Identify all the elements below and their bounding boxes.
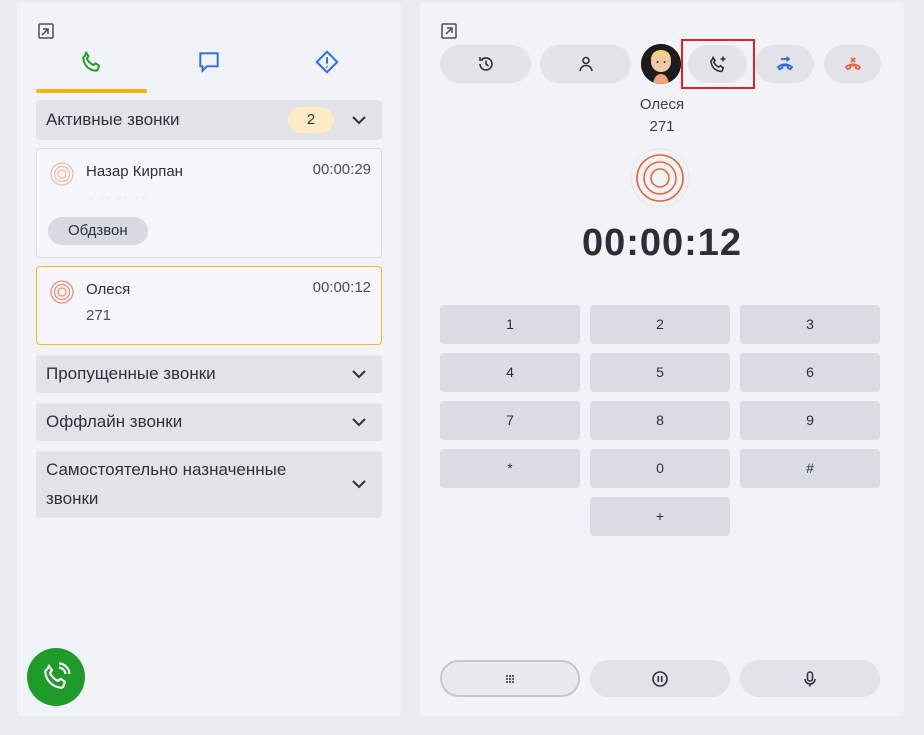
chat-icon <box>199 52 219 74</box>
tab-alerts[interactable] <box>307 42 347 82</box>
call-duration: 00:00:29 <box>312 161 371 178</box>
caller-name: Олеся <box>86 281 131 298</box>
avatar <box>641 44 681 84</box>
chevron-down-icon[interactable] <box>350 413 368 431</box>
active-tab-indicator <box>36 89 147 93</box>
transfer-call-icon <box>776 56 793 71</box>
keypad-key-hash[interactable]: # <box>740 449 880 488</box>
keypad-key-star[interactable]: * <box>440 449 580 488</box>
keypad-key-3[interactable]: 3 <box>740 305 880 344</box>
calls-panel: Активные звонки 2 Назар Кирпан 00:00:29 … <box>17 2 401 716</box>
section-active-calls[interactable]: Активные звонки 2 <box>36 100 382 140</box>
microphone-icon <box>804 670 816 686</box>
collapse-icon[interactable] <box>37 22 55 40</box>
hangup-icon <box>844 57 861 71</box>
keypad-key-9[interactable]: 9 <box>740 401 880 440</box>
tab-chat[interactable] <box>189 42 229 82</box>
call-ring-icon <box>50 162 74 186</box>
section-label: Активные звонки <box>46 110 180 129</box>
keypad-key-plus[interactable]: + <box>590 497 730 536</box>
section-label-line2: звонки <box>46 489 99 508</box>
call-duration: 00:00:12 <box>312 279 371 296</box>
caller-name: Назар Кирпан <box>86 163 183 180</box>
chevron-down-icon[interactable] <box>350 365 368 383</box>
phone-icon <box>82 50 101 72</box>
pause-icon <box>652 670 668 687</box>
contact-number: 271 <box>649 118 675 135</box>
contact-button[interactable] <box>540 45 631 83</box>
keypad-key-6[interactable]: 6 <box>740 353 880 392</box>
hold-button[interactable] <box>590 660 730 697</box>
call-timer: 00:00:12 <box>581 222 743 264</box>
contact-icon <box>578 56 593 72</box>
call-card[interactable]: Назар Кирпан 00:00:29 · ·· ·· ·· Обдзвон <box>36 148 382 258</box>
phone-ringing-icon <box>44 662 71 689</box>
section-label-line1: Самостоятельно назначенные <box>46 460 287 479</box>
keypad-key-8[interactable]: 8 <box>590 401 730 440</box>
tab-calls[interactable] <box>72 42 112 82</box>
section-missed-calls[interactable]: Пропущенные звонки <box>36 355 382 393</box>
keypad-key-0[interactable]: 0 <box>590 449 730 488</box>
expand-icon[interactable] <box>440 22 458 40</box>
section-self-assigned-calls[interactable]: Самостоятельно назначенные звонки <box>36 451 382 518</box>
section-label: Пропущенные звонки <box>46 364 216 383</box>
keypad-key-1[interactable]: 1 <box>440 305 580 344</box>
call-panel: Олеся 271 00:00:12 1 2 3 4 5 6 7 8 9 * 0… <box>420 2 904 716</box>
keypad-key-4[interactable]: 4 <box>440 353 580 392</box>
call-ring-icon <box>630 148 690 208</box>
keypad-key-2[interactable]: 2 <box>590 305 730 344</box>
history-button[interactable] <box>440 45 531 83</box>
mute-button[interactable] <box>740 660 880 697</box>
keypad-key-7[interactable]: 7 <box>440 401 580 440</box>
hangup-button[interactable] <box>824 45 881 83</box>
section-label: Оффлайн звонки <box>46 412 183 431</box>
caller-number-masked: · ·· ·· ·· <box>89 190 147 204</box>
caller-number: 271 <box>86 307 112 324</box>
alert-icon <box>315 50 339 74</box>
keypad-icon <box>506 674 514 683</box>
highlight-box <box>681 39 755 89</box>
transfer-call-button[interactable] <box>755 45 814 83</box>
active-count-badge: 2 <box>288 107 334 133</box>
section-offline-calls[interactable]: Оффлайн звонки <box>36 403 382 441</box>
call-card-active[interactable]: Олеся 00:00:12 271 <box>36 266 382 345</box>
history-icon <box>478 57 493 71</box>
chevron-down-icon[interactable] <box>350 111 368 129</box>
contact-name: Олеся <box>639 96 685 113</box>
keypad-toggle-button[interactable] <box>440 660 580 697</box>
keypad-key-5[interactable]: 5 <box>590 353 730 392</box>
softphone-button[interactable] <box>27 648 85 706</box>
chevron-down-icon[interactable] <box>350 475 368 493</box>
call-tag: Обдзвон <box>48 217 148 245</box>
call-ring-icon <box>50 280 74 304</box>
